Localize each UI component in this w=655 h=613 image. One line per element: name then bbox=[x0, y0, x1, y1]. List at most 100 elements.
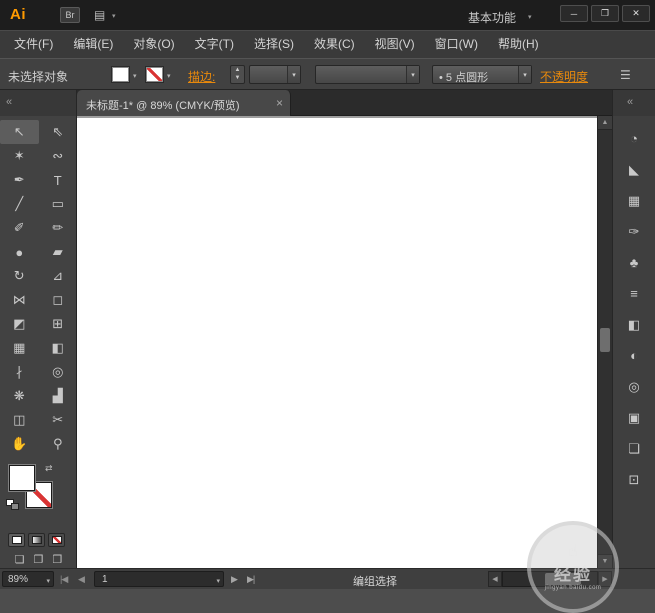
tool-type[interactable]: T bbox=[39, 168, 78, 192]
tool-blend[interactable]: ◎ bbox=[39, 360, 78, 384]
tool-lasso[interactable]: ∾ bbox=[39, 144, 78, 168]
tool-paintbrush[interactable]: ✐ bbox=[0, 216, 39, 240]
arrange-documents-caret-icon[interactable]: ▾ bbox=[112, 12, 116, 20]
menu-effect[interactable]: 效果(C) bbox=[304, 31, 365, 58]
vertical-scroll-thumb[interactable] bbox=[600, 328, 610, 352]
stroke-panel-link[interactable]: 描边: bbox=[188, 68, 215, 85]
panel-graphic-styles-icon[interactable]: ▣ bbox=[613, 402, 655, 433]
next-artboard-icon[interactable]: ▶ bbox=[231, 574, 238, 585]
tool-slice[interactable]: ✂ bbox=[39, 408, 78, 432]
stepper-up-icon[interactable]: ▲ bbox=[231, 66, 244, 74]
arrange-documents-icon[interactable]: ▤ bbox=[94, 8, 105, 22]
none-button[interactable] bbox=[48, 533, 65, 547]
menu-edit[interactable]: 编辑(E) bbox=[63, 31, 123, 58]
tool-selection[interactable]: ↖ bbox=[0, 120, 39, 144]
tool-direct-selection[interactable]: ⇖ bbox=[39, 120, 78, 144]
tool-magic-wand[interactable]: ✶ bbox=[0, 144, 39, 168]
tool-pen[interactable]: ✒ bbox=[0, 168, 39, 192]
tool-scale[interactable]: ⊿ bbox=[39, 264, 78, 288]
tool-column-graph[interactable]: ▟ bbox=[39, 384, 78, 408]
tool-eyedropper[interactable]: ∤ bbox=[0, 360, 39, 384]
artboard-canvas[interactable] bbox=[77, 116, 597, 568]
brush-definition-caret-icon[interactable]: ▾ bbox=[518, 66, 531, 83]
scroll-left-icon[interactable]: ◀ bbox=[488, 571, 502, 587]
first-artboard-icon[interactable]: |◀ bbox=[60, 574, 68, 585]
stroke-swatch-caret-icon[interactable]: ▾ bbox=[167, 72, 171, 80]
tool-line-segment[interactable]: ╱ bbox=[0, 192, 39, 216]
fill-indicator[interactable] bbox=[9, 465, 35, 491]
opacity-panel-link[interactable]: 不透明度 bbox=[540, 68, 588, 85]
zoom-caret-icon[interactable]: ▾ bbox=[46, 577, 50, 585]
menu-select[interactable]: 选择(S) bbox=[244, 31, 304, 58]
tool-shape-builder[interactable]: ◩ bbox=[0, 312, 39, 336]
close-button[interactable]: ✕ bbox=[622, 5, 650, 22]
panel-symbols-icon[interactable]: ♣ bbox=[613, 247, 655, 278]
width-profile-combo[interactable]: ▾ bbox=[315, 65, 420, 84]
tool-rotate[interactable]: ↻ bbox=[0, 264, 39, 288]
previous-artboard-icon[interactable]: ◀ bbox=[78, 574, 85, 585]
panel-color-icon[interactable]: ◔ bbox=[613, 123, 655, 154]
document-tab-close-icon[interactable]: × bbox=[276, 96, 283, 110]
menu-view[interactable]: 视图(V) bbox=[365, 31, 425, 58]
fill-color-swatch[interactable] bbox=[112, 67, 129, 82]
minimize-button[interactable]: ─ bbox=[560, 5, 588, 22]
tool-free-transform[interactable]: ◻ bbox=[39, 288, 78, 312]
fill-swatch-caret-icon[interactable]: ▾ bbox=[133, 72, 137, 80]
artboard-caret-icon[interactable]: ▾ bbox=[216, 577, 220, 585]
tool-blob-brush[interactable]: ● bbox=[0, 240, 39, 264]
bridge-icon[interactable]: Br bbox=[60, 7, 80, 23]
tool-eraser[interactable]: ▰ bbox=[39, 240, 78, 264]
stroke-weight-caret-icon[interactable]: ▾ bbox=[287, 66, 300, 83]
tool-pencil[interactable]: ✏ bbox=[39, 216, 78, 240]
draw-behind-icon[interactable]: ❐ bbox=[34, 553, 44, 566]
stroke-color-swatch[interactable] bbox=[146, 67, 163, 82]
tool-width[interactable]: ⋈ bbox=[0, 288, 39, 312]
last-artboard-icon[interactable]: ▶| bbox=[247, 574, 255, 585]
tool-hand[interactable]: ✋ bbox=[0, 432, 39, 456]
tool-artboard[interactable]: ◫ bbox=[0, 408, 39, 432]
tools-panel-header[interactable]: « bbox=[0, 90, 77, 116]
panel-artboards-icon[interactable]: ⊡ bbox=[613, 464, 655, 495]
menu-type[interactable]: 文字(T) bbox=[185, 31, 244, 58]
document-tab[interactable]: 未标题-1* @ 89% (CMYK/预览) × bbox=[77, 90, 291, 116]
color-button[interactable] bbox=[8, 533, 25, 547]
brush-definition-combo[interactable]: • 5 点圆形 ▾ bbox=[432, 65, 532, 84]
swap-fill-stroke-icon[interactable]: ⇄ bbox=[45, 463, 53, 474]
scroll-up-icon[interactable]: ▲ bbox=[598, 116, 612, 130]
tool-symbol-sprayer[interactable]: ❋ bbox=[0, 384, 39, 408]
panel-swatches-icon[interactable]: ▦ bbox=[613, 185, 655, 216]
panel-brushes-icon[interactable]: ✑ bbox=[613, 216, 655, 247]
tool-perspective-grid[interactable]: ⊞ bbox=[39, 312, 78, 336]
panel-stroke-icon[interactable]: ≡ bbox=[613, 278, 655, 309]
menu-window[interactable]: 窗口(W) bbox=[425, 31, 488, 58]
expand-dock-icon[interactable]: « bbox=[627, 96, 633, 108]
width-profile-caret-icon[interactable]: ▾ bbox=[406, 66, 419, 83]
tool-gradient[interactable]: ◧ bbox=[39, 336, 78, 360]
menu-object[interactable]: 对象(O) bbox=[123, 31, 184, 58]
default-fill-stroke-icon[interactable] bbox=[6, 499, 20, 511]
vertical-scrollbar[interactable]: ▲ ▼ bbox=[597, 116, 612, 568]
workspace-switcher[interactable]: 基本功能 bbox=[468, 9, 516, 26]
menu-file[interactable]: 文件(F) bbox=[4, 31, 63, 58]
menu-help[interactable]: 帮助(H) bbox=[488, 31, 549, 58]
stepper-down-icon[interactable]: ▼ bbox=[231, 74, 244, 82]
stroke-weight-stepper[interactable]: ▲ ▼ bbox=[230, 65, 245, 84]
panel-appearance-icon[interactable]: ◎ bbox=[613, 371, 655, 402]
tool-rectangle[interactable]: ▭ bbox=[39, 192, 78, 216]
draw-normal-icon[interactable]: ❏ bbox=[15, 553, 25, 566]
panel-gradient-icon[interactable]: ◧ bbox=[613, 309, 655, 340]
draw-inside-icon[interactable]: ❒ bbox=[52, 553, 62, 566]
control-panel-menu-icon[interactable]: ☰ bbox=[620, 68, 631, 82]
collapse-tools-icon[interactable]: « bbox=[6, 96, 12, 108]
panel-color-guide-icon[interactable]: ◣ bbox=[613, 154, 655, 185]
restore-button[interactable]: ❐ bbox=[591, 5, 619, 22]
tool-mesh[interactable]: ▦ bbox=[0, 336, 39, 360]
zoom-level-combo[interactable]: 89% ▾ bbox=[2, 571, 54, 587]
gradient-button[interactable] bbox=[28, 533, 45, 547]
right-dock-header[interactable]: « bbox=[612, 90, 655, 116]
stroke-weight-combo[interactable]: ▾ bbox=[249, 65, 301, 84]
panel-layers-icon[interactable]: ❏ bbox=[613, 433, 655, 464]
panel-transparency-icon[interactable]: ◐ bbox=[613, 340, 655, 371]
artboard-navigation-combo[interactable]: 1 ▾ bbox=[94, 571, 224, 587]
tool-zoom[interactable]: ⚲ bbox=[39, 432, 78, 456]
